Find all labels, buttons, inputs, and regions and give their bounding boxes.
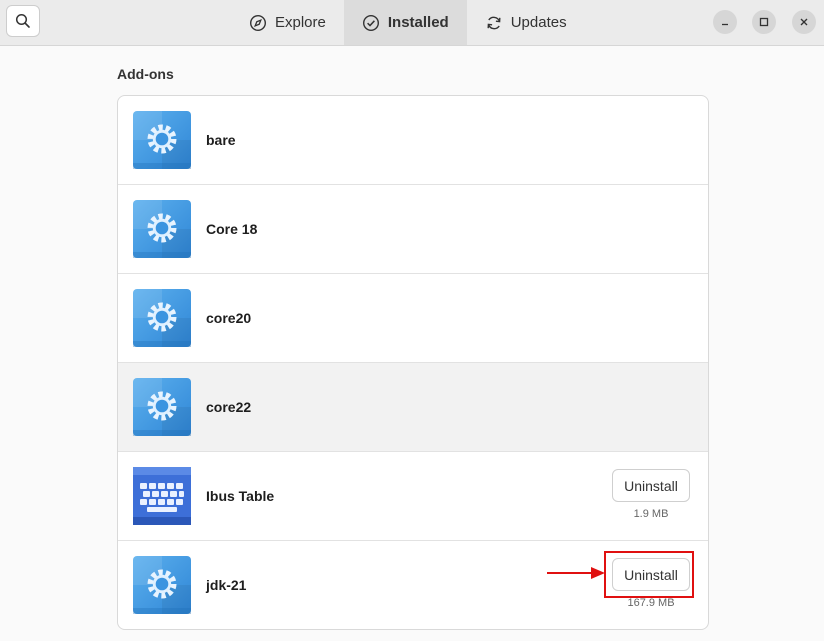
list-item-bare[interactable]: bare — [118, 96, 708, 185]
uninstall-button[interactable]: Uninstall — [612, 469, 690, 502]
gear-icon — [133, 378, 191, 436]
maximize-button[interactable] — [752, 10, 776, 34]
compass-icon — [249, 14, 267, 32]
gear-icon — [133, 289, 191, 347]
section-title: Add-ons — [117, 66, 174, 82]
app-size: 167.9 MB — [627, 597, 675, 609]
tab-updates-label: Updates — [510, 14, 567, 31]
close-icon — [800, 18, 808, 26]
check-circle-icon — [362, 14, 380, 32]
close-button[interactable] — [792, 10, 816, 34]
tab-installed-label: Installed — [387, 14, 449, 31]
list-item-core20[interactable]: core20 — [118, 274, 708, 363]
minimize-icon — [722, 23, 728, 26]
tab-explore-label: Explore — [275, 14, 326, 31]
app-name: jdk-21 — [206, 577, 247, 593]
tab-installed[interactable]: Installed — [343, 0, 467, 45]
annotation-arrow-icon — [547, 567, 605, 579]
search-button[interactable] — [6, 5, 40, 37]
list-item-core22[interactable]: core22 — [118, 363, 708, 452]
header-bar: Explore Installed Updates — [0, 0, 824, 46]
gear-icon — [133, 200, 191, 258]
app-name: core22 — [206, 399, 252, 415]
app-name: Ibus Table — [206, 488, 275, 504]
app-name: core20 — [206, 310, 252, 326]
app-name: bare — [206, 132, 236, 148]
addons-list: bare Core 18 core20 core22 Ibus Table Un… — [117, 95, 709, 630]
maximize-icon — [759, 17, 769, 27]
list-item-ibus-table[interactable]: Ibus Table Uninstall 1.9 MB — [118, 452, 708, 541]
keyboard-icon — [133, 467, 191, 525]
app-name: Core 18 — [206, 221, 258, 237]
gear-icon — [133, 556, 191, 614]
tab-updates[interactable]: Updates — [467, 0, 585, 45]
list-item-core18[interactable]: Core 18 — [118, 185, 708, 274]
refresh-icon — [485, 14, 503, 32]
tab-explore[interactable]: Explore — [231, 0, 344, 45]
annotation-highlight-box — [604, 551, 694, 598]
gear-icon — [133, 111, 191, 169]
app-size: 1.9 MB — [633, 508, 669, 520]
view-switcher: Explore Installed Updates — [231, 0, 585, 45]
search-icon — [15, 13, 30, 28]
minimize-button[interactable] — [713, 10, 737, 34]
